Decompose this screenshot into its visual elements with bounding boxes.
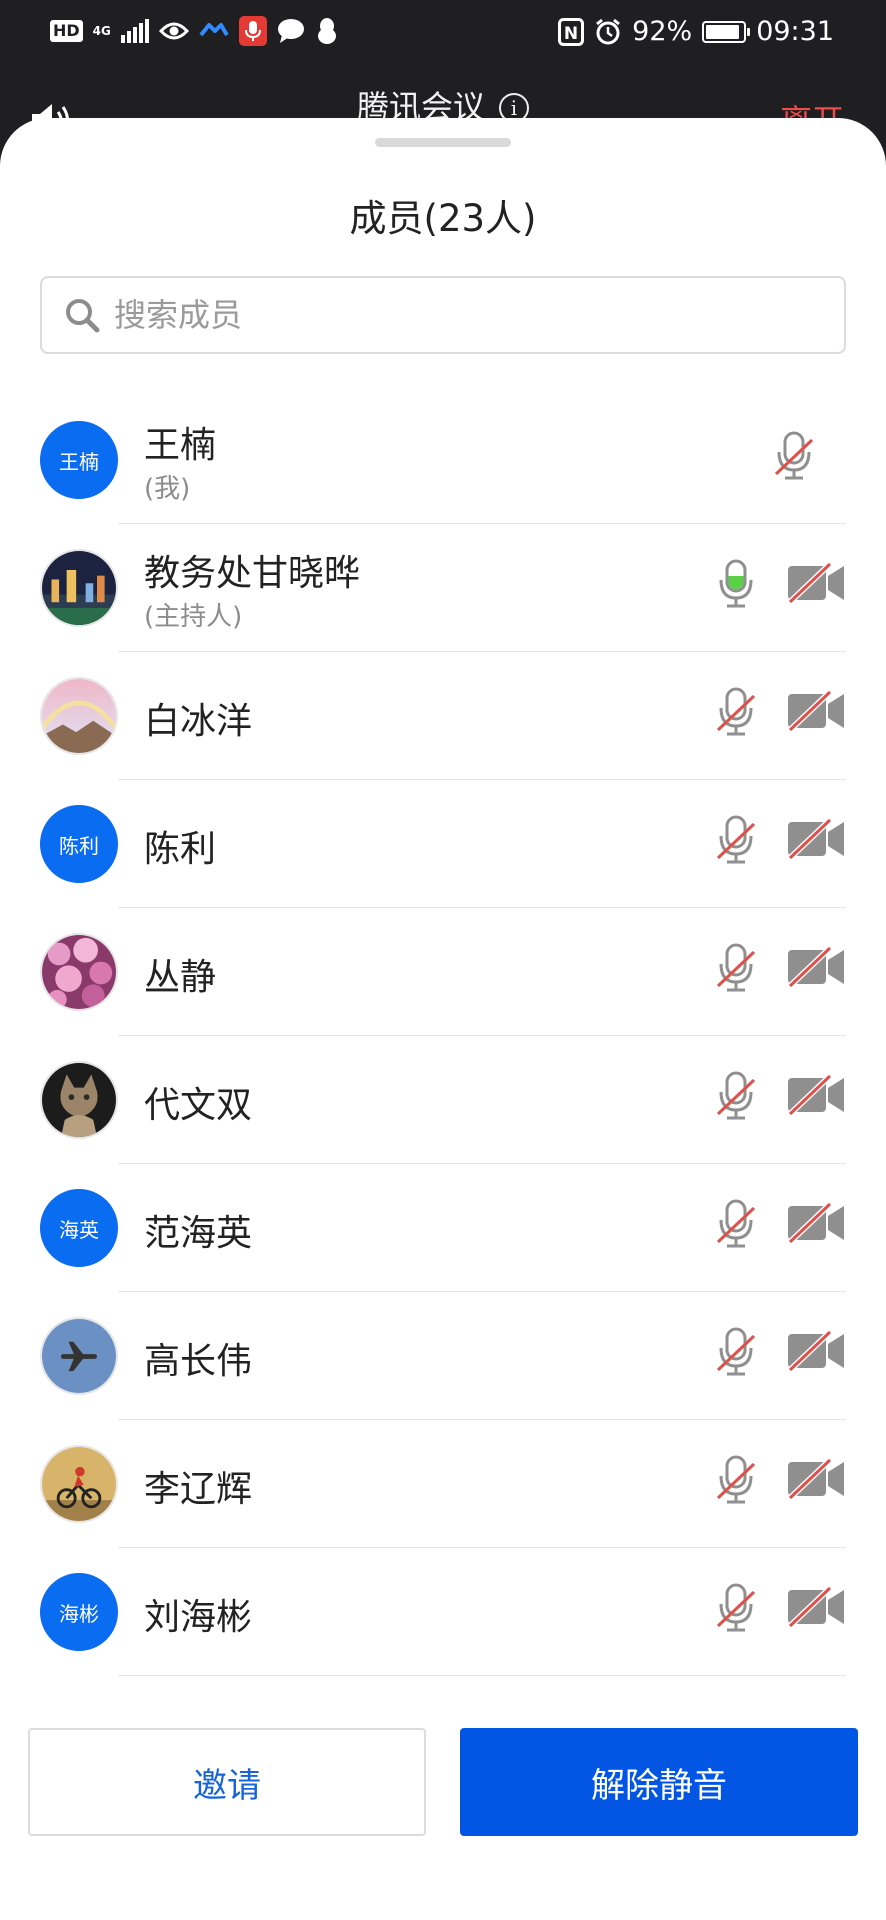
mic-recording-icon [238, 16, 267, 46]
mic-active-icon[interactable] [716, 558, 756, 614]
search-icon [66, 299, 100, 333]
member-role: (我) [144, 474, 191, 504]
member-name: 高长伟 [144, 1341, 253, 1382]
member-name: 范海英 [144, 1213, 253, 1254]
member-name: 陈利 [144, 829, 217, 870]
mic-muted-icon[interactable] [716, 1070, 756, 1126]
avatar-photo [40, 1445, 118, 1523]
chat-bubble-icon [277, 19, 304, 43]
mic-muted-icon[interactable] [716, 686, 756, 742]
avatar-photo [40, 1061, 118, 1139]
member-list: 王楠 王楠 (我) 教务处甘晓晔 (主持人) 白冰洋 陈利 陈利 丛静 代文双 … [0, 396, 886, 1676]
member-row[interactable]: 王楠 王楠 (我) [0, 396, 886, 524]
clock: 09:31 [756, 16, 834, 47]
mic-muted-icon[interactable] [716, 814, 756, 870]
camera-off-icon[interactable] [786, 1585, 846, 1632]
member-row[interactable]: 教务处甘晓晔 (主持人) [0, 524, 886, 652]
member-row[interactable]: 丛静 [0, 908, 886, 1036]
avatar-initials: 王楠 [59, 449, 99, 474]
avatar: 海英 [40, 1189, 118, 1267]
member-row[interactable]: 海英 范海英 [0, 1164, 886, 1292]
row-divider [118, 1675, 846, 1676]
member-name: 李辽辉 [144, 1469, 253, 1510]
avatar: 王楠 [40, 421, 118, 499]
camera-off-icon[interactable] [786, 1457, 846, 1504]
camera-off-icon[interactable] [786, 817, 846, 864]
avatar-initials: 海英 [59, 1217, 99, 1242]
members-panel: 成员(23人) 王楠王楠(我) 教务处甘晓晔(主持人) 白冰洋 [0, 118, 886, 1920]
qq-penguin-icon [317, 18, 336, 44]
meeting-header: 腾讯会议i 离开 [0, 66, 886, 140]
mic-muted-icon[interactable] [716, 942, 756, 998]
member-name: 丛静 [144, 957, 217, 998]
camera-off-icon[interactable] [786, 1201, 846, 1248]
camera-off-icon[interactable] [786, 689, 846, 736]
member-row[interactable]: 代文双 [0, 1036, 886, 1164]
svg-text:N: N [564, 24, 578, 44]
unmute-all-button[interactable]: 解除静音 [460, 1728, 858, 1836]
member-role: (主持人) [144, 602, 243, 632]
avatar-initials: 海彬 [59, 1601, 99, 1626]
search-input[interactable] [114, 296, 814, 334]
avatar-photo [40, 549, 118, 627]
signal-icon [120, 19, 149, 43]
member-row[interactable]: 高长伟 [0, 1292, 886, 1420]
camera-off-icon[interactable] [786, 561, 846, 608]
drag-handle[interactable] [375, 138, 511, 147]
member-row[interactable]: 李辽辉 [0, 1420, 886, 1548]
avatar-photo [40, 933, 118, 1011]
avatar-initials: 陈利 [59, 833, 99, 858]
status-bar: HD 4G N 92% 09:31 [0, 0, 886, 66]
member-name: 王楠 [144, 425, 217, 466]
network-type: 4G [92, 24, 111, 38]
avatar: 陈利 [40, 805, 118, 883]
eye-icon [158, 22, 189, 40]
member-name: 教务处甘晓晔 [144, 553, 361, 594]
mic-muted-icon[interactable] [716, 1326, 756, 1382]
invite-button[interactable]: 邀请 [28, 1728, 426, 1836]
member-row[interactable]: 海彬 刘海彬 [0, 1548, 886, 1676]
status-right: N 92% 09:31 [558, 16, 834, 47]
camera-off-icon[interactable] [786, 1329, 846, 1376]
member-name: 刘海彬 [144, 1597, 253, 1638]
battery-percent: 92% [632, 16, 693, 47]
member-row[interactable]: 白冰洋 [0, 652, 886, 780]
member-name: 白冰洋 [144, 701, 253, 742]
hd-indicator: HD [50, 20, 83, 42]
avatar-photo [40, 1317, 118, 1395]
battery-icon [702, 20, 751, 43]
mic-muted-icon[interactable] [716, 1582, 756, 1638]
status-left: HD 4G [50, 16, 339, 46]
avatar-photo [40, 677, 118, 755]
mic-muted-icon[interactable] [716, 1454, 756, 1510]
mic-muted-icon[interactable] [716, 1198, 756, 1254]
tencent-meeting-icon [199, 23, 229, 37]
camera-off-icon[interactable] [786, 1073, 846, 1120]
camera-off-icon[interactable] [786, 945, 846, 992]
panel-title: 成员(23人) [349, 197, 537, 240]
alarm-icon [596, 18, 621, 44]
member-row[interactable]: 陈利 陈利 [0, 780, 886, 908]
avatar: 海彬 [40, 1573, 118, 1651]
mic-muted-icon[interactable] [774, 430, 814, 486]
nfc-icon: N [558, 17, 585, 46]
member-name: 代文双 [144, 1085, 253, 1126]
search-bar[interactable] [40, 276, 846, 354]
